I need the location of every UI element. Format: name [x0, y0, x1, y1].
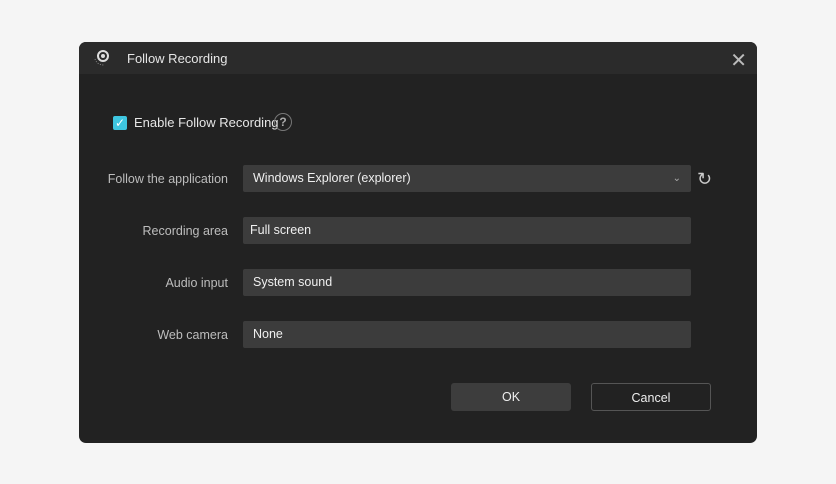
help-icon[interactable]: ?	[274, 113, 292, 131]
audio-input-label: Audio input	[165, 276, 228, 290]
follow-application-value: Windows Explorer (explorer)	[253, 171, 411, 185]
chevron-down-icon: ⌄	[672, 173, 681, 184]
refresh-icon[interactable]: ↻	[697, 169, 712, 190]
title-bar: Follow Recording ✕	[79, 42, 757, 74]
recording-area-label: Recording area	[142, 224, 228, 238]
cancel-button[interactable]: Cancel	[591, 383, 711, 411]
close-icon[interactable]: ✕	[730, 48, 747, 73]
follow-application-select[interactable]: Windows Explorer (explorer) ⌄	[243, 165, 691, 192]
recording-area-field[interactable]: Full screen	[243, 217, 691, 244]
web-camera-label: Web camera	[157, 328, 228, 342]
ok-button[interactable]: OK	[451, 383, 571, 411]
enable-follow-recording-checkbox[interactable]: ✓	[113, 116, 127, 130]
web-camera-field[interactable]: None	[243, 321, 691, 348]
app-logo-icon	[94, 50, 109, 66]
dialog-title: Follow Recording	[127, 51, 228, 66]
audio-input-field[interactable]: System sound	[243, 269, 691, 296]
follow-application-label: Follow the application	[107, 172, 228, 186]
enable-follow-recording-label[interactable]: Enable Follow Recording	[134, 115, 279, 130]
follow-recording-dialog: Follow Recording ✕ ✓ Enable Follow Recor…	[79, 42, 757, 443]
